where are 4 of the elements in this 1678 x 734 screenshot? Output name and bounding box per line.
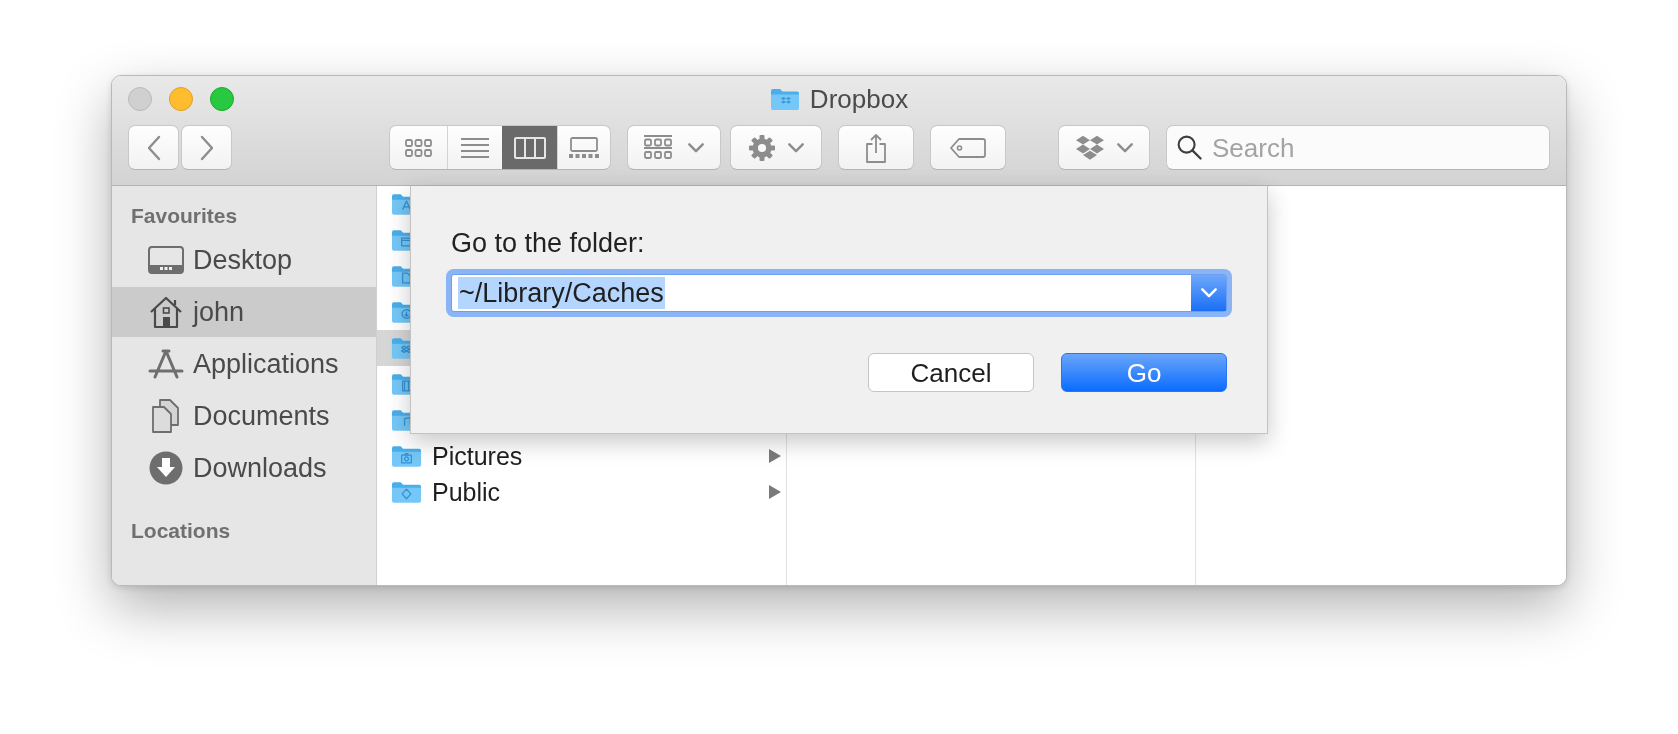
sidebar-section-title: Locations bbox=[130, 518, 232, 544]
dialog-label: Go to the folder: bbox=[451, 228, 646, 258]
sidebar-section-title: Favourites bbox=[130, 203, 239, 229]
window-title: Dropbox bbox=[809, 84, 909, 114]
